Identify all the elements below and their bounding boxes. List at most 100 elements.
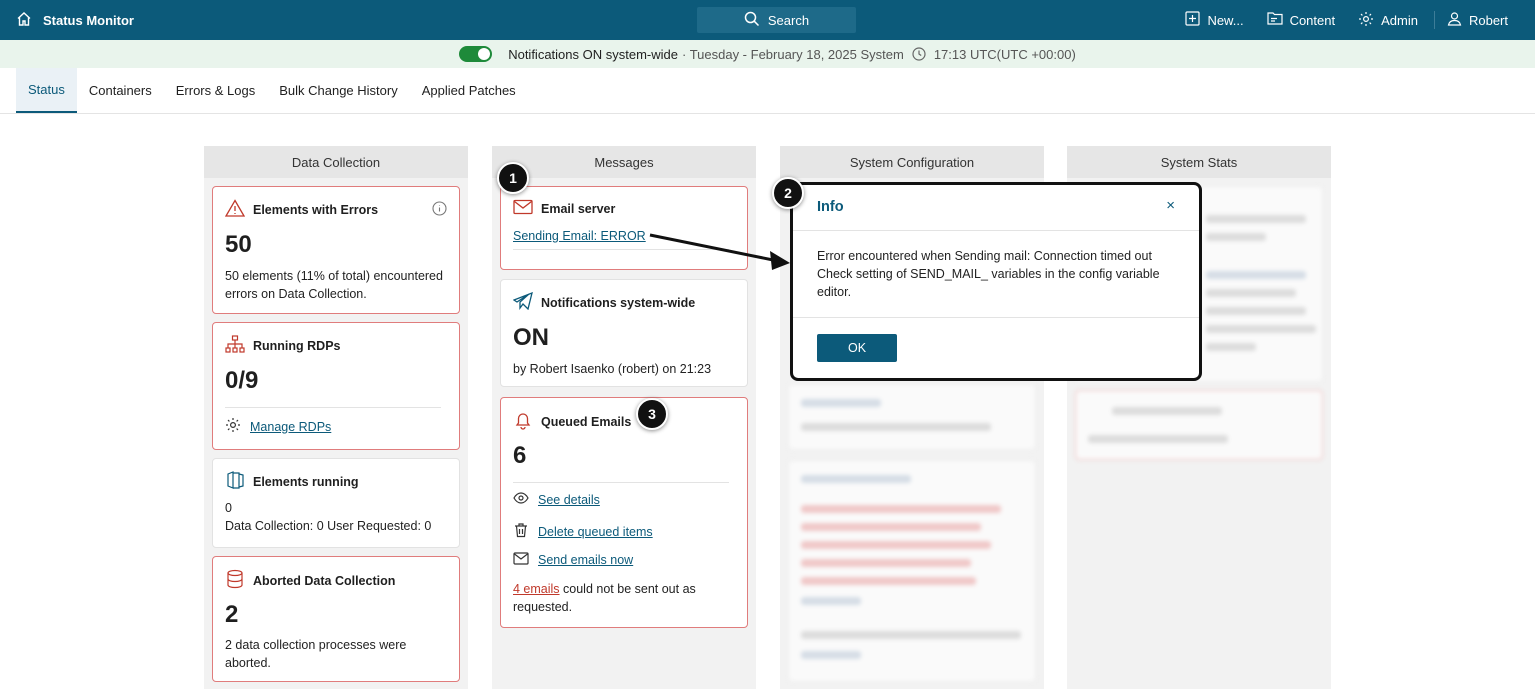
card-title: Aborted Data Collection bbox=[225, 569, 395, 592]
card-title-text: Aborted Data Collection bbox=[253, 573, 396, 588]
info-icon[interactable] bbox=[432, 201, 447, 219]
user-label: Robert bbox=[1468, 12, 1508, 28]
card-title: Running RDPs bbox=[225, 335, 341, 356]
card-title: Elements running bbox=[225, 471, 359, 492]
card-title: Notifications system-wide bbox=[512, 291, 696, 313]
send-emails-now-link[interactable]: Send emails now bbox=[538, 553, 633, 567]
notification-status-text: Notifications ON system-wide bbox=[508, 46, 678, 62]
content-icon bbox=[1266, 11, 1283, 29]
search-button[interactable]: Search bbox=[697, 7, 856, 33]
aborted-description: 2 data collection processes were aborted… bbox=[225, 638, 407, 670]
bell-icon bbox=[513, 410, 533, 433]
mail-icon bbox=[513, 199, 533, 218]
tab-applied-patches[interactable]: Applied Patches bbox=[410, 68, 528, 113]
delete-queued-row: Delete queued items bbox=[513, 522, 653, 541]
ok-button[interactable]: OK bbox=[817, 334, 897, 362]
search-icon bbox=[744, 11, 760, 30]
app-title: Status Monitor bbox=[43, 12, 134, 28]
tab-bulk-change-history[interactable]: Bulk Change History bbox=[267, 68, 410, 113]
failed-emails-text: 4 emails could not be sent out as reques… bbox=[513, 580, 737, 616]
top-nav: New... Content Admin Robert bbox=[1162, 0, 1508, 40]
tab-errors-logs[interactable]: Errors & Logs bbox=[164, 68, 267, 113]
database-icon bbox=[225, 569, 245, 592]
notifications-description: by Robert Isaenko (robert) on 21:23 bbox=[513, 362, 712, 376]
running-description: Data Collection: 0 User Requested: 0 bbox=[225, 519, 432, 533]
close-icon[interactable]: × bbox=[1166, 197, 1175, 214]
tab-divider bbox=[0, 113, 1535, 114]
eye-icon bbox=[513, 492, 529, 507]
errors-count: 50 bbox=[225, 231, 252, 258]
clock-icon bbox=[912, 47, 926, 61]
top-bar: Status Monitor Search New... Content Adm… bbox=[0, 0, 1535, 40]
trash-icon bbox=[513, 522, 529, 541]
aborted-count: 2 bbox=[225, 601, 239, 628]
running-rdps-card: Running RDPs 0/9 Manage RDPs bbox=[212, 322, 460, 450]
queued-count: 6 bbox=[513, 442, 527, 469]
card-title-text: Notifications system-wide bbox=[541, 295, 696, 310]
annotation-arrow bbox=[649, 233, 790, 270]
send-emails-row: Send emails now bbox=[513, 552, 633, 568]
notifications-toggle[interactable] bbox=[459, 46, 493, 62]
new-label: New... bbox=[1207, 12, 1244, 28]
content-menu[interactable]: Content bbox=[1266, 11, 1335, 29]
step-badge-3: 3 bbox=[636, 398, 668, 430]
card-title-text: Elements with Errors bbox=[253, 202, 379, 217]
app-brand[interactable]: Status Monitor bbox=[16, 0, 134, 40]
new-menu[interactable]: New... bbox=[1185, 11, 1244, 29]
failed-emails-link[interactable]: 4 emails bbox=[513, 582, 560, 596]
dialog-divider bbox=[793, 230, 1199, 231]
notifications-system-wide-card: Notifications system-wide ON by Robert I… bbox=[500, 279, 748, 387]
blurred-card bbox=[1075, 390, 1323, 460]
running-count: 0 bbox=[225, 501, 232, 515]
send-icon bbox=[512, 291, 533, 313]
card-title-text: Elements running bbox=[253, 474, 359, 489]
column-header: Messages bbox=[492, 146, 756, 178]
errors-description: 50 elements (11% of total) encountered e… bbox=[225, 269, 443, 301]
step-badge-2: 2 bbox=[772, 177, 804, 209]
card-divider bbox=[513, 482, 729, 483]
queued-emails-card: Queued Emails 6 See details Delete queue… bbox=[500, 397, 748, 628]
network-icon bbox=[225, 335, 245, 356]
gear-icon bbox=[225, 417, 241, 436]
info-dialog: Info × Error encountered when Sending ma… bbox=[790, 182, 1202, 381]
dialog-divider bbox=[793, 317, 1199, 318]
card-title: Elements with Errors bbox=[224, 199, 379, 220]
dialog-title: Info bbox=[817, 199, 844, 215]
see-details-link[interactable]: See details bbox=[538, 493, 600, 507]
card-divider bbox=[225, 407, 441, 408]
manage-rdps-link[interactable]: Manage RDPs bbox=[250, 420, 331, 434]
elements-with-errors-card[interactable]: Elements with Errors 50 50 elements (11%… bbox=[212, 186, 460, 314]
mail-icon bbox=[513, 552, 529, 568]
notifications-value: ON bbox=[513, 324, 549, 351]
aborted-data-collection-card[interactable]: Aborted Data Collection 2 2 data collect… bbox=[212, 556, 460, 682]
column-header: System Configuration bbox=[780, 146, 1044, 178]
card-title-text: Queued Emails bbox=[541, 414, 632, 429]
tab-containers[interactable]: Containers bbox=[77, 68, 164, 113]
elements-icon bbox=[225, 471, 245, 492]
column-header: System Stats bbox=[1067, 146, 1331, 178]
sending-email-error-link[interactable]: Sending Email: ERROR bbox=[513, 229, 646, 243]
dialog-message: Error encountered when Sending mail: Con… bbox=[817, 249, 1160, 299]
admin-menu[interactable]: Admin bbox=[1358, 11, 1418, 30]
delete-queued-items-link[interactable]: Delete queued items bbox=[538, 525, 653, 539]
card-title: Queued Emails bbox=[513, 410, 631, 433]
search-label: Search bbox=[767, 12, 810, 28]
admin-label: Admin bbox=[1381, 12, 1418, 28]
rdps-count: 0/9 bbox=[225, 367, 259, 394]
see-details-row: See details bbox=[513, 492, 600, 507]
column-header: Data Collection bbox=[204, 146, 468, 178]
warning-icon bbox=[224, 199, 246, 220]
user-menu[interactable]: Robert bbox=[1447, 11, 1508, 29]
card-title: Email server bbox=[513, 199, 615, 218]
tab-bar: Status Containers Errors & Logs Bulk Cha… bbox=[16, 68, 528, 113]
nav-divider bbox=[1433, 11, 1435, 29]
data-collection-column: Data Collection Elements with Errors 50 … bbox=[204, 146, 468, 689]
gear-icon bbox=[1358, 11, 1374, 30]
tab-status[interactable]: Status bbox=[16, 68, 77, 113]
home-icon bbox=[16, 11, 32, 30]
card-title-text: Running RDPs bbox=[253, 338, 341, 353]
plus-square-icon bbox=[1185, 11, 1201, 29]
manage-rdps-row: Manage RDPs bbox=[225, 417, 331, 436]
elements-running-card: Elements running 0 Data Collection: 0 Us… bbox=[212, 458, 460, 548]
card-title-text: Email server bbox=[541, 201, 616, 216]
